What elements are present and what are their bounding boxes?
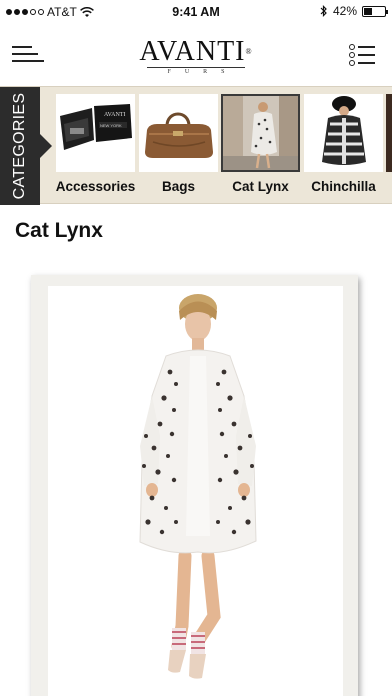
accessories-box-image: AVANTI NEW YORK — [56, 94, 135, 172]
battery-percent: 42% — [332, 4, 357, 18]
list-line — [358, 54, 375, 56]
category-tile-cat-lynx[interactable]: Cat Lynx — [221, 94, 300, 204]
list-bullet — [349, 60, 355, 66]
category-tile-chinchilla[interactable]: Chinchilla — [304, 94, 383, 204]
status-bar: AT&T 9:41 AM 42% — [0, 0, 392, 24]
category-tile-accessories[interactable]: AVANTI NEW YORK Accessories — [56, 94, 135, 204]
list-bullet — [349, 44, 355, 50]
category-label: Bags — [161, 179, 195, 194]
logo-trademark: ® — [245, 47, 253, 56]
categories-tab-label: CATEGORIES — [11, 92, 28, 200]
chinchilla-coat-image — [304, 94, 383, 172]
product-card[interactable] — [31, 275, 358, 696]
list-row — [349, 60, 375, 66]
list-bullet — [349, 52, 355, 58]
next-category-image — [386, 94, 392, 172]
app-header: AVANTI® FURS — [0, 24, 392, 86]
category-tile-bags[interactable]: Bags — [139, 94, 218, 204]
list-line — [358, 46, 375, 48]
fur-handbag-image — [139, 94, 218, 172]
category-label: Chinchilla — [311, 179, 376, 194]
list-row — [349, 44, 375, 50]
logo-subtitle: FURS — [167, 69, 239, 75]
cat-lynx-fur-coat-model-photo — [48, 286, 343, 696]
category-label: Accessories — [55, 179, 136, 194]
logo-rule — [147, 67, 245, 68]
brand-logo[interactable]: AVANTI® FURS — [0, 38, 392, 76]
categories-tab[interactable]: CATEGORIES — [0, 87, 52, 205]
cat-lynx-coat-model-image — [221, 94, 300, 172]
logo-text: AVANTI — [139, 36, 246, 67]
category-strip[interactable]: CATEGORIES AVANTI NEW YORK Accessories B… — [0, 86, 392, 205]
svg-text:AVANTI: AVANTI — [104, 112, 125, 118]
logo-wordmark: AVANTI® — [0, 38, 392, 66]
category-tile-next[interactable] — [386, 94, 392, 204]
status-right: 42% — [320, 4, 388, 18]
page-title: Cat Lynx — [15, 219, 103, 242]
battery-icon — [362, 5, 388, 17]
list-line — [358, 62, 375, 64]
category-label: Cat Lynx — [232, 179, 289, 194]
product-illustration — [48, 286, 343, 696]
list-row — [349, 52, 375, 58]
battery-fill — [364, 7, 373, 15]
bluetooth-icon — [320, 5, 327, 17]
list-view-icon[interactable] — [349, 44, 375, 66]
svg-text:NEW YORK: NEW YORK — [100, 123, 122, 128]
screen: AT&T 9:41 AM 42% AVANTI® FURS CATEGORIES… — [0, 0, 392, 696]
